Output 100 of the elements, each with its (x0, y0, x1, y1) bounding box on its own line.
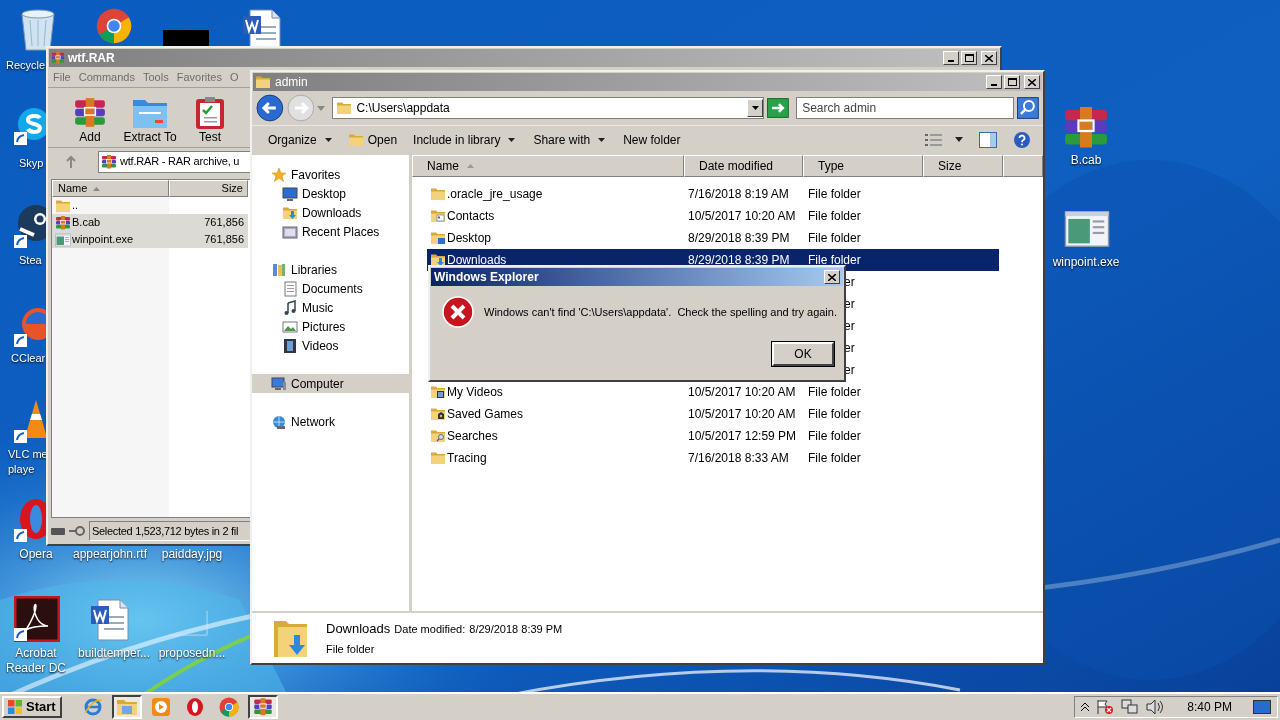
file-row[interactable]: Tracing 7/16/2018 8:33 AM File folder (427, 447, 999, 469)
file-type: File folder (807, 450, 862, 467)
chrome-icon[interactable] (96, 8, 132, 44)
date-modified: 10/5/2017 10:20 AM (687, 384, 797, 401)
caret-icon (751, 106, 759, 110)
search-field[interactable]: Search admin (796, 97, 1015, 119)
file-row[interactable]: Searches 10/5/2017 12:59 PM File folder (427, 425, 999, 447)
date-modified: 10/5/2017 12:59 PM (687, 428, 798, 445)
taskbar-button[interactable] (112, 695, 142, 719)
minimize-icon (948, 60, 954, 62)
ok-button[interactable]: OK (772, 342, 834, 366)
date-modified: 8/29/2018 8:39 PM (687, 252, 791, 269)
icon-label[interactable]: Stea (19, 253, 42, 268)
folder-icon (116, 697, 138, 717)
maximize-button[interactable] (1004, 75, 1020, 89)
file-type: File folder (807, 186, 862, 203)
date-modified: 8/29/2018 8:39 PM (687, 230, 791, 247)
folder-icon (430, 252, 446, 268)
minimize-button[interactable] (986, 75, 1002, 89)
acrobat-icon[interactable] (14, 596, 60, 642)
icon-label[interactable]: winpoint.exe (1052, 255, 1120, 270)
column-header[interactable]: Name (412, 155, 684, 177)
column-header[interactable]: Date modified (684, 155, 803, 177)
preview-pane-button[interactable] (979, 131, 997, 148)
menu-item[interactable]: Tools (143, 68, 169, 86)
column-header[interactable]: Size (169, 180, 248, 197)
taskbar-button[interactable] (248, 695, 278, 719)
file-size: 761,856 (204, 232, 244, 248)
menu-item[interactable]: O (229, 68, 239, 86)
recent-places-icon (282, 223, 298, 240)
file-row[interactable]: Contacts 10/5/2017 10:20 AM File folder (427, 205, 999, 227)
toolbar-menu[interactable]: Organize (262, 128, 338, 151)
menu-item[interactable]: Commands (78, 68, 135, 86)
music-note-icon (282, 299, 298, 316)
window-title: wtf.RAR (68, 50, 115, 67)
file-row[interactable]: Desktop 8/29/2018 8:39 PM File folder (427, 227, 999, 249)
column-header[interactable]: Name (52, 180, 169, 197)
open-button[interactable]: Open (343, 128, 402, 151)
close-button[interactable] (824, 270, 840, 284)
search-button[interactable] (1017, 97, 1039, 119)
icon-label[interactable]: Skyp (19, 156, 44, 171)
library-icon (271, 261, 287, 278)
close-button[interactable] (981, 51, 997, 65)
flag-icon[interactable] (1096, 699, 1115, 715)
icon-label[interactable]: B.cab (1070, 153, 1102, 168)
icon-label[interactable]: playe (8, 462, 35, 477)
show-desktop-button[interactable] (1253, 700, 1271, 714)
icon-label[interactable]: Recycle (6, 58, 46, 73)
clock[interactable]: 8:40 PM (1187, 698, 1232, 716)
file-row[interactable]: My Videos 10/5/2017 10:20 AM File folder (427, 381, 999, 403)
toolbar-button[interactable]: Add (66, 96, 114, 144)
ie-icon (83, 697, 103, 717)
file-name: Downloads (447, 252, 507, 269)
toolbar-button[interactable]: Extract To (126, 96, 174, 144)
folder-icon (430, 186, 446, 202)
star-icon (271, 166, 287, 183)
file-name: B.cab (72, 215, 101, 231)
caret-icon[interactable] (955, 137, 963, 142)
file-row[interactable]: .oracle_jre_usage 7/16/2018 8:19 AM File folder (427, 183, 999, 205)
folder-icon (430, 450, 446, 466)
address-field[interactable]: C:\Users\appdata (332, 97, 765, 119)
view-options-button[interactable] (925, 132, 943, 147)
go-button[interactable] (767, 98, 790, 118)
column-header[interactable]: Size (923, 155, 1003, 177)
file-row[interactable]: B.cab 761,856 (52, 214, 248, 231)
column-header[interactable]: Type (803, 155, 923, 177)
toolbar-menu[interactable]: Share with (527, 128, 612, 151)
toolbar-button[interactable]: Test (186, 96, 234, 144)
file-type: File folder (807, 208, 862, 225)
dropdown-button[interactable] (747, 99, 764, 117)
file-name: .. (72, 198, 79, 214)
back-button[interactable] (256, 94, 284, 122)
file-row[interactable]: winpoint.exe 761,856 (52, 231, 248, 248)
maximize-button[interactable] (961, 51, 977, 65)
icon-label[interactable]: CClear (11, 351, 46, 366)
toolbar-button[interactable]: New folder (617, 128, 687, 151)
app-tile-icon[interactable] (163, 30, 209, 46)
volume-icon[interactable] (1146, 699, 1165, 715)
opera-icon (185, 697, 205, 717)
error-message: Windows can't find 'C:\Users\appdata'. Check the spelling and try again. (484, 304, 837, 320)
help-button[interactable] (1013, 130, 1031, 149)
menu-item[interactable]: Favorites (176, 68, 222, 86)
close-button[interactable] (1024, 75, 1040, 89)
windows-logo-icon (7, 699, 23, 715)
file-row[interactable]: Saved Games 10/5/2017 10:20 AM File folder (427, 403, 999, 425)
file-size: 761,856 (204, 215, 244, 231)
dialog-title: Windows Explorer (434, 269, 540, 286)
toolbar-menu[interactable]: Include in library (407, 128, 522, 151)
show-hidden-icons-button[interactable] (1081, 703, 1090, 711)
minimize-button[interactable] (943, 51, 959, 65)
start-button[interactable]: Start (2, 696, 62, 718)
network-icon[interactable] (1121, 699, 1140, 715)
file-name: Searches (447, 428, 498, 445)
media-player-icon (151, 697, 171, 717)
file-row[interactable]: .. (52, 197, 248, 214)
nav-item[interactable]: Computer (252, 374, 409, 393)
close-icon (985, 54, 993, 62)
icon-label[interactable]: Opera (19, 547, 53, 562)
application-icon (55, 231, 71, 248)
file-name: .oracle_jre_usage (447, 186, 543, 203)
